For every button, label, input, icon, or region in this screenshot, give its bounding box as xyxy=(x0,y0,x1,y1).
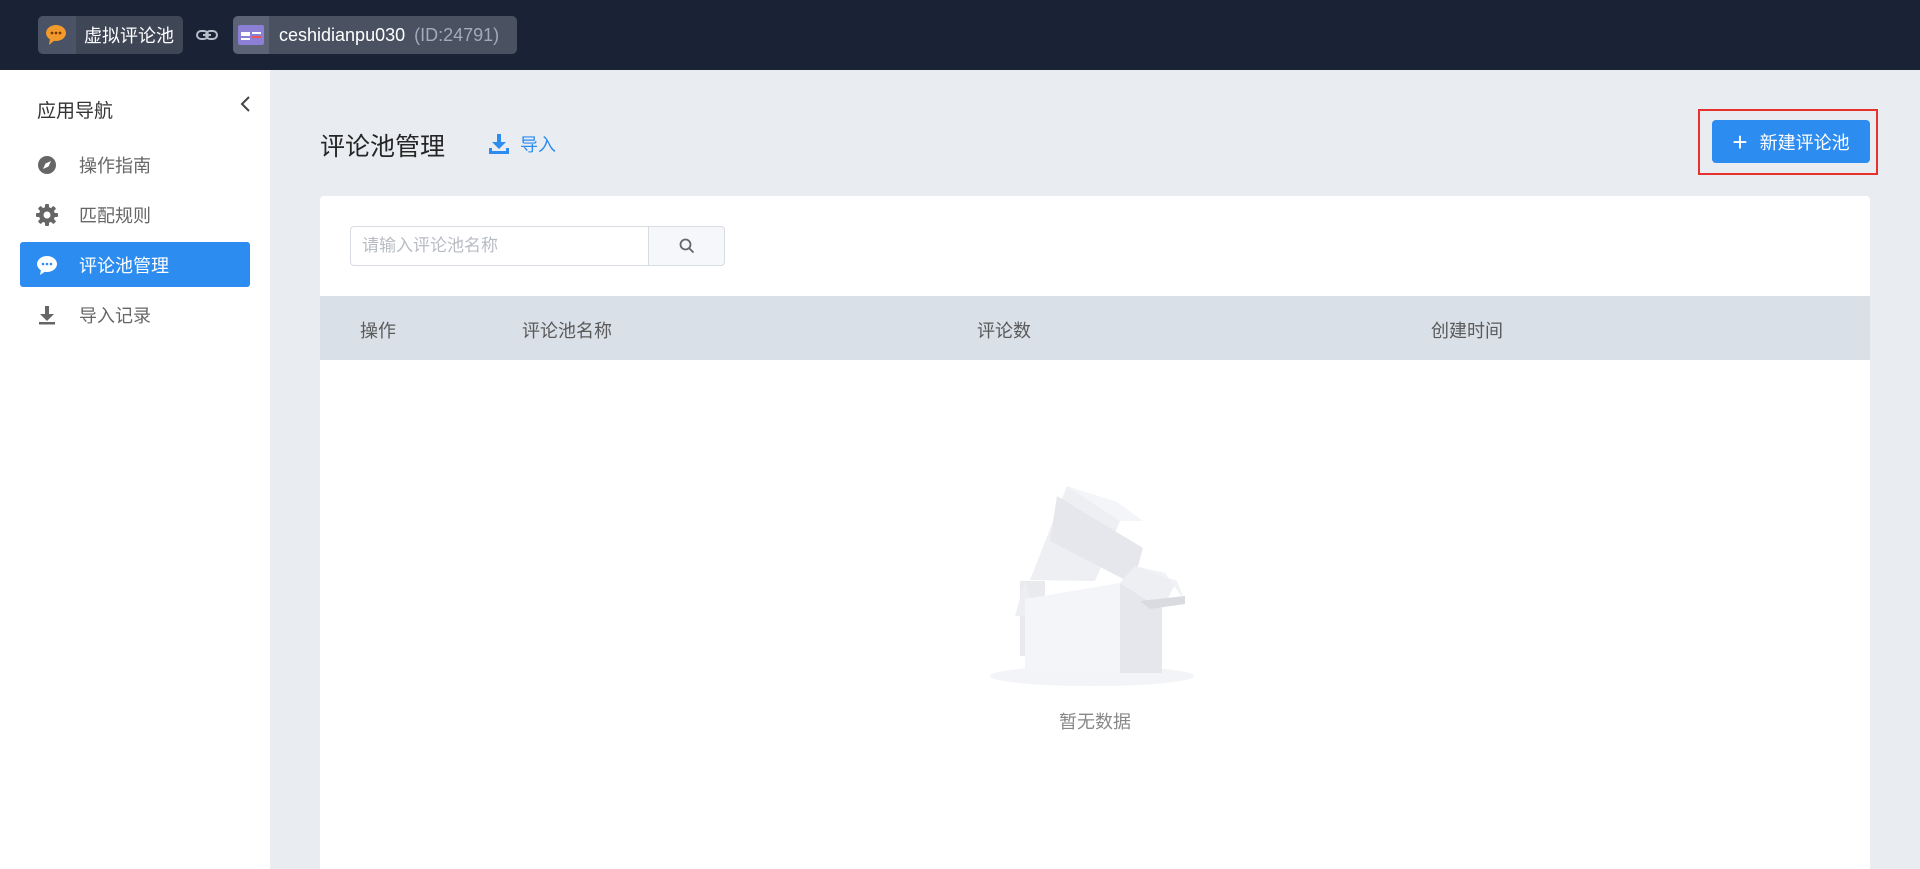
sidebar: 应用导航 操作指南 匹配规则 评论池管理 导入记录 xyxy=(0,70,270,869)
sidebar-item-guide[interactable]: 操作指南 xyxy=(20,142,250,187)
import-button[interactable]: 导入 xyxy=(488,131,556,157)
store-id: (ID:24791) xyxy=(414,24,500,45)
compass-icon xyxy=(36,154,58,176)
new-button-label: 新建评论池 xyxy=(1759,132,1850,153)
sidebar-item-label: 导入记录 xyxy=(79,305,151,326)
column-header-actions: 操作 xyxy=(360,321,396,341)
sidebar-item-rules[interactable]: 匹配规则 xyxy=(20,192,250,237)
empty-text: 暂无数据 xyxy=(1059,712,1131,732)
sidebar-item-label: 操作指南 xyxy=(79,155,151,176)
chat-bubble-icon xyxy=(36,254,58,276)
app-name: 虚拟评论池 xyxy=(84,26,174,46)
column-header-pool-name: 评论池名称 xyxy=(522,321,612,341)
sidebar-item-label: 评论池管理 xyxy=(79,255,169,276)
sidebar-item-comment-pools[interactable]: 评论池管理 xyxy=(20,242,250,287)
sidebar-title: 应用导航 xyxy=(37,101,114,122)
search-button[interactable] xyxy=(649,226,725,266)
chat-app-icon xyxy=(38,16,76,54)
store-name: ceshidianpu030 xyxy=(279,24,406,45)
empty-state: 暂无数据 xyxy=(985,476,1205,732)
search-input[interactable] xyxy=(350,226,650,266)
sidebar-nav: 操作指南 匹配规则 评论池管理 导入记录 xyxy=(20,142,250,342)
table-header: 操作 评论池名称 评论数 创建时间 xyxy=(320,296,1870,360)
empty-box-illustration xyxy=(990,486,1194,686)
new-comment-pool-button[interactable]: + 新建评论池 xyxy=(1712,120,1870,163)
store-icon xyxy=(233,16,269,54)
search-icon xyxy=(679,238,694,254)
import-label: 导入 xyxy=(520,135,556,155)
column-header-created-time: 创建时间 xyxy=(1431,321,1503,341)
column-header-comment-count: 评论数 xyxy=(977,321,1031,341)
app-switcher[interactable]: 虚拟评论池 xyxy=(38,16,183,54)
page-title: 评论池管理 xyxy=(320,133,446,161)
content-card: 操作 评论池名称 评论数 创建时间 暂无数据 xyxy=(320,196,1870,869)
link-icon xyxy=(196,30,218,40)
sidebar-item-import-records[interactable]: 导入记录 xyxy=(20,292,250,337)
sidebar-item-label: 匹配规则 xyxy=(79,205,151,226)
top-bar: 虚拟评论池 ceshidianpu030 (ID:24791) xyxy=(0,0,1920,70)
import-icon xyxy=(489,134,509,154)
collapse-icon[interactable] xyxy=(238,94,254,114)
plus-icon: + xyxy=(1732,126,1748,157)
download-icon xyxy=(36,304,58,326)
search-box xyxy=(350,226,725,266)
gear-icon xyxy=(36,203,58,226)
store-switcher[interactable]: ceshidianpu030 (ID:24791) xyxy=(233,16,517,54)
